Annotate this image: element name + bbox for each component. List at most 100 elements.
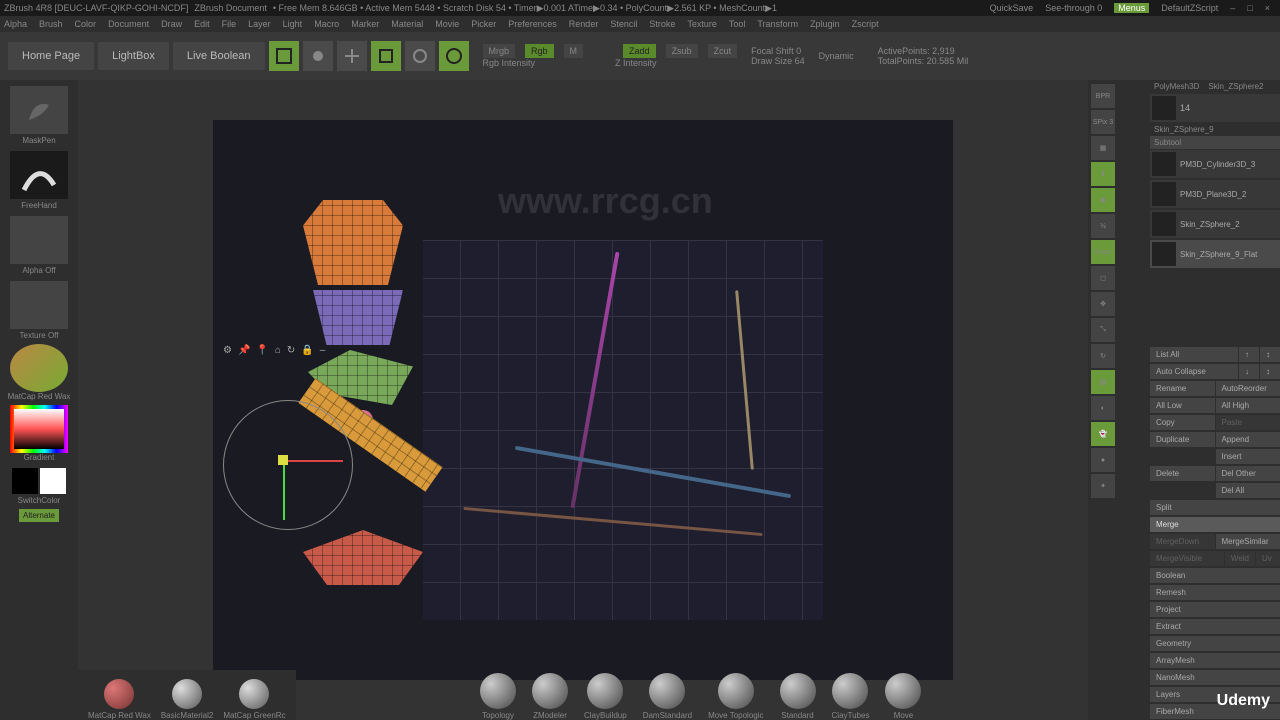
subtool-section-header[interactable]: Subtool <box>1150 136 1280 149</box>
gizmo-button[interactable] <box>439 41 469 71</box>
gizmo-home-icon[interactable]: ⌂ <box>275 345 281 356</box>
material-item[interactable]: BasicMaterial2 <box>161 679 213 720</box>
delete-button[interactable]: Delete <box>1150 466 1215 481</box>
brush-item[interactable]: Standard <box>780 673 816 720</box>
menu-marker[interactable]: Marker <box>351 19 379 29</box>
gizmo-reset-icon[interactable]: ↻ <box>287 345 295 356</box>
gizmo-minus-icon[interactable]: – <box>320 345 326 356</box>
alternate-button[interactable]: Alternate <box>19 509 59 522</box>
material-item[interactable]: MatCap Red Wax <box>88 679 151 720</box>
menu-light[interactable]: Light <box>283 19 303 29</box>
z-intensity-slider[interactable]: Z Intensity <box>615 58 657 68</box>
alpha-preview[interactable] <box>10 216 68 264</box>
menu-movie[interactable]: Movie <box>435 19 459 29</box>
split-section[interactable]: Split <box>1150 500 1280 515</box>
menu-texture[interactable]: Texture <box>687 19 717 29</box>
switchcolor-label[interactable]: SwitchColor <box>18 496 61 505</box>
menu-preferences[interactable]: Preferences <box>508 19 557 29</box>
gizmo-pin-icon[interactable]: 📌 <box>238 345 250 356</box>
menu-transform[interactable]: Transform <box>757 19 798 29</box>
arrow-down-icon[interactable]: ↓ <box>1239 364 1259 379</box>
color-picker[interactable] <box>10 405 68 453</box>
brush-item[interactable]: ClayTubes <box>832 673 870 720</box>
tool-preview[interactable]: 14 <box>1150 94 1280 122</box>
menu-layer[interactable]: Layer <box>248 19 271 29</box>
subtool-item[interactable]: PM3D_Plane3D_2 <box>1150 180 1280 208</box>
menu-alpha[interactable]: Alpha <box>4 19 27 29</box>
bpr-button[interactable]: BPR <box>1091 84 1115 108</box>
remesh-section[interactable]: Remesh <box>1150 585 1280 600</box>
maximize-icon[interactable]: □ <box>1247 3 1252 13</box>
menu-color[interactable]: Color <box>75 19 97 29</box>
defaultzscript-button[interactable]: DefaultZScript <box>1161 3 1218 13</box>
menu-zscript[interactable]: Zscript <box>852 19 879 29</box>
paste-button[interactable]: Paste <box>1216 415 1280 430</box>
aahalf-button[interactable]: ½ <box>1091 214 1115 238</box>
duplicate-button[interactable]: Duplicate <box>1150 432 1215 447</box>
mergesimilar-button[interactable]: MergeSimilar <box>1216 534 1280 549</box>
gizmo-rotate-circle[interactable] <box>223 400 353 530</box>
extract-section[interactable]: Extract <box>1150 619 1280 634</box>
uv-button[interactable]: Uv <box>1256 551 1280 566</box>
menu-tool[interactable]: Tool <box>729 19 746 29</box>
subtool-item[interactable]: PM3D_Cylinder3D_3 <box>1150 150 1280 178</box>
menu-material[interactable]: Material <box>391 19 423 29</box>
seethrough-slider[interactable]: See-through 0 <box>1045 3 1102 13</box>
gizmo-lock-icon[interactable]: 🔒 <box>301 345 313 356</box>
brush-item[interactable]: Move <box>885 673 921 720</box>
arraymesh-section[interactable]: ArrayMesh <box>1150 653 1280 668</box>
xpose2-button[interactable]: ✦ <box>1091 474 1115 498</box>
rgb-intensity-slider[interactable]: Rgb Intensity <box>483 58 536 68</box>
edit-mode-button[interactable] <box>269 41 299 71</box>
menu-edit[interactable]: Edit <box>194 19 210 29</box>
brush-item[interactable]: DamStandard <box>643 673 692 720</box>
mergedown-button[interactable]: MergeDown <box>1150 534 1215 549</box>
subtool-item[interactable]: Skin_ZSphere_2 <box>1150 210 1280 238</box>
spix-button[interactable]: SPix 3 <box>1091 110 1115 134</box>
append-button[interactable]: Append <box>1216 432 1280 447</box>
xpose-button[interactable]: Gxyz <box>1091 240 1115 264</box>
menu-stroke[interactable]: Stroke <box>649 19 675 29</box>
persp-button[interactable]: ▦ <box>1091 136 1115 160</box>
gizmo-x-axis[interactable] <box>283 460 343 462</box>
frame-button[interactable]: ◻ <box>1091 266 1115 290</box>
lightbox-button[interactable]: LightBox <box>98 42 169 70</box>
stroke-preview[interactable] <box>10 151 68 199</box>
insert-button[interactable]: Insert <box>1216 449 1280 464</box>
canvas[interactable]: ⚙ 📌 📍 ⌂ ↻ 🔒 – www.rrcg.cn <box>78 80 1088 720</box>
nanomesh-section[interactable]: NanoMesh <box>1150 670 1280 685</box>
menu-brush[interactable]: Brush <box>39 19 63 29</box>
local-button[interactable]: ◉ <box>1091 188 1115 212</box>
weld-button[interactable]: Weld <box>1225 551 1255 566</box>
dynamic-label[interactable]: Dynamic <box>819 51 854 61</box>
menu-zplugin[interactable]: Zplugin <box>810 19 840 29</box>
menu-file[interactable]: File <box>222 19 237 29</box>
menu-stencil[interactable]: Stencil <box>610 19 637 29</box>
mesh-red[interactable] <box>303 530 423 585</box>
m-button[interactable]: M <box>564 44 584 58</box>
brush-item[interactable]: ClayBuildup <box>584 673 627 720</box>
geometry-section[interactable]: Geometry <box>1150 636 1280 651</box>
menu-draw[interactable]: Draw <box>161 19 182 29</box>
boolean-section[interactable]: Boolean <box>1150 568 1280 583</box>
floor-button[interactable]: ⬇ <box>1091 162 1115 186</box>
focal-shift-slider[interactable]: Focal Shift 0 <box>751 46 805 56</box>
minimize-icon[interactable]: – <box>1230 3 1235 13</box>
draw-mode-button[interactable] <box>303 41 333 71</box>
project-section[interactable]: Project <box>1150 602 1280 617</box>
mesh-torso[interactable] <box>303 200 403 285</box>
brush-item[interactable]: Move Topologic <box>708 673 763 720</box>
close-icon[interactable]: × <box>1265 3 1270 13</box>
scale-mode-button[interactable] <box>371 41 401 71</box>
copy-button[interactable]: Copy <box>1150 415 1215 430</box>
listall-button[interactable]: List All <box>1150 347 1238 362</box>
zsub-button[interactable]: Zsub <box>666 44 698 58</box>
delother-button[interactable]: Del Other <box>1216 466 1280 481</box>
mrgb-button[interactable]: Mrgb <box>483 44 516 58</box>
material-item[interactable]: MatCap GreenRc <box>223 679 285 720</box>
tab-skin[interactable]: Skin_ZSphere2 <box>1204 80 1267 93</box>
mergevisible-button[interactable]: MergeVisible <box>1150 551 1224 566</box>
merge-section[interactable]: Merge <box>1150 517 1280 532</box>
autoreorder-button[interactable]: AutoReorder <box>1216 381 1280 396</box>
subtool-item[interactable]: Skin_ZSphere_9_Flat <box>1150 240 1280 268</box>
